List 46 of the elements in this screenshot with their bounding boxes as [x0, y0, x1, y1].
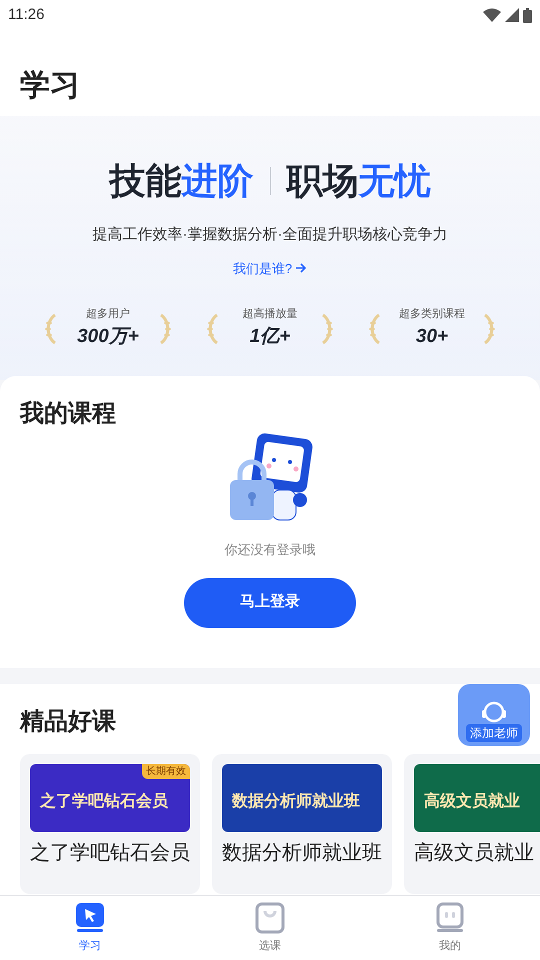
stat-value: 300万+	[77, 324, 139, 348]
about-link[interactable]: 我们是谁?	[232, 258, 308, 278]
course-card[interactable]: 数据分析师就业班 数据分析师就业班	[212, 754, 392, 894]
stat-label: 超多用户	[86, 306, 130, 322]
tab-bar-item[interactable]: 学习	[0, 896, 180, 960]
section-title: 我的课程	[20, 399, 117, 429]
laurel-icon	[320, 312, 334, 344]
hero-title-word: 进阶	[182, 159, 254, 203]
laurel-icon	[158, 312, 172, 344]
wifi-icon	[483, 8, 501, 22]
page-title: 学习	[20, 68, 80, 104]
stat-label: 超高播放量	[242, 306, 298, 322]
course-title: 之了学吧钻石会员	[30, 841, 190, 866]
banner-title: 数据分析师就业班	[232, 792, 360, 812]
bag-icon	[254, 902, 286, 934]
course-card[interactable]: 长期有效 之了学吧钻石会员 之了学吧钻石会员	[20, 754, 200, 894]
banner-title: 高级文员就业	[424, 791, 520, 812]
banner-title: 之了学吧钻石会员	[40, 791, 168, 812]
tab-bar-item[interactable]: 我的	[360, 896, 540, 960]
stat-label: 超多类别课程	[399, 307, 465, 322]
stat-value: 30+	[416, 324, 448, 348]
laurel-icon	[206, 312, 220, 344]
battery-icon	[523, 8, 532, 22]
course-title: 数据分析师就业班	[222, 841, 382, 866]
tab-bar-item[interactable]: 选课	[180, 896, 360, 960]
hero-title-word: 职场	[286, 159, 358, 203]
hero-title-word: 无忧	[358, 159, 430, 203]
add-teacher-badge[interactable]: 添加老师	[458, 684, 530, 746]
hero-title-word: 技能	[110, 159, 182, 203]
hero-subtitle: 提高工作效率·掌握数据分析·全面提升职场核心竞争力	[92, 225, 448, 245]
status-time: 11:26	[8, 4, 44, 25]
arrow-right-icon	[296, 263, 308, 274]
laurel-icon	[368, 312, 382, 344]
badge-label: 添加老师	[466, 724, 522, 742]
signal-icon	[505, 8, 519, 22]
empty-state-text: 你还没有登录哦	[224, 541, 316, 559]
login-button[interactable]: 马上登录	[184, 578, 356, 628]
laurel-icon	[44, 312, 58, 344]
section-title: 精品好课	[20, 707, 116, 737]
course-title: 高级文员就业	[414, 841, 535, 866]
cursor-icon	[74, 902, 106, 934]
course-card[interactable]: 高级文员就业 高级文员就业	[404, 754, 540, 894]
ribbon-badge: 长期有效	[142, 764, 190, 779]
stat-value: 1亿+	[250, 324, 290, 348]
laurel-icon	[482, 312, 496, 344]
face-icon	[434, 902, 466, 934]
